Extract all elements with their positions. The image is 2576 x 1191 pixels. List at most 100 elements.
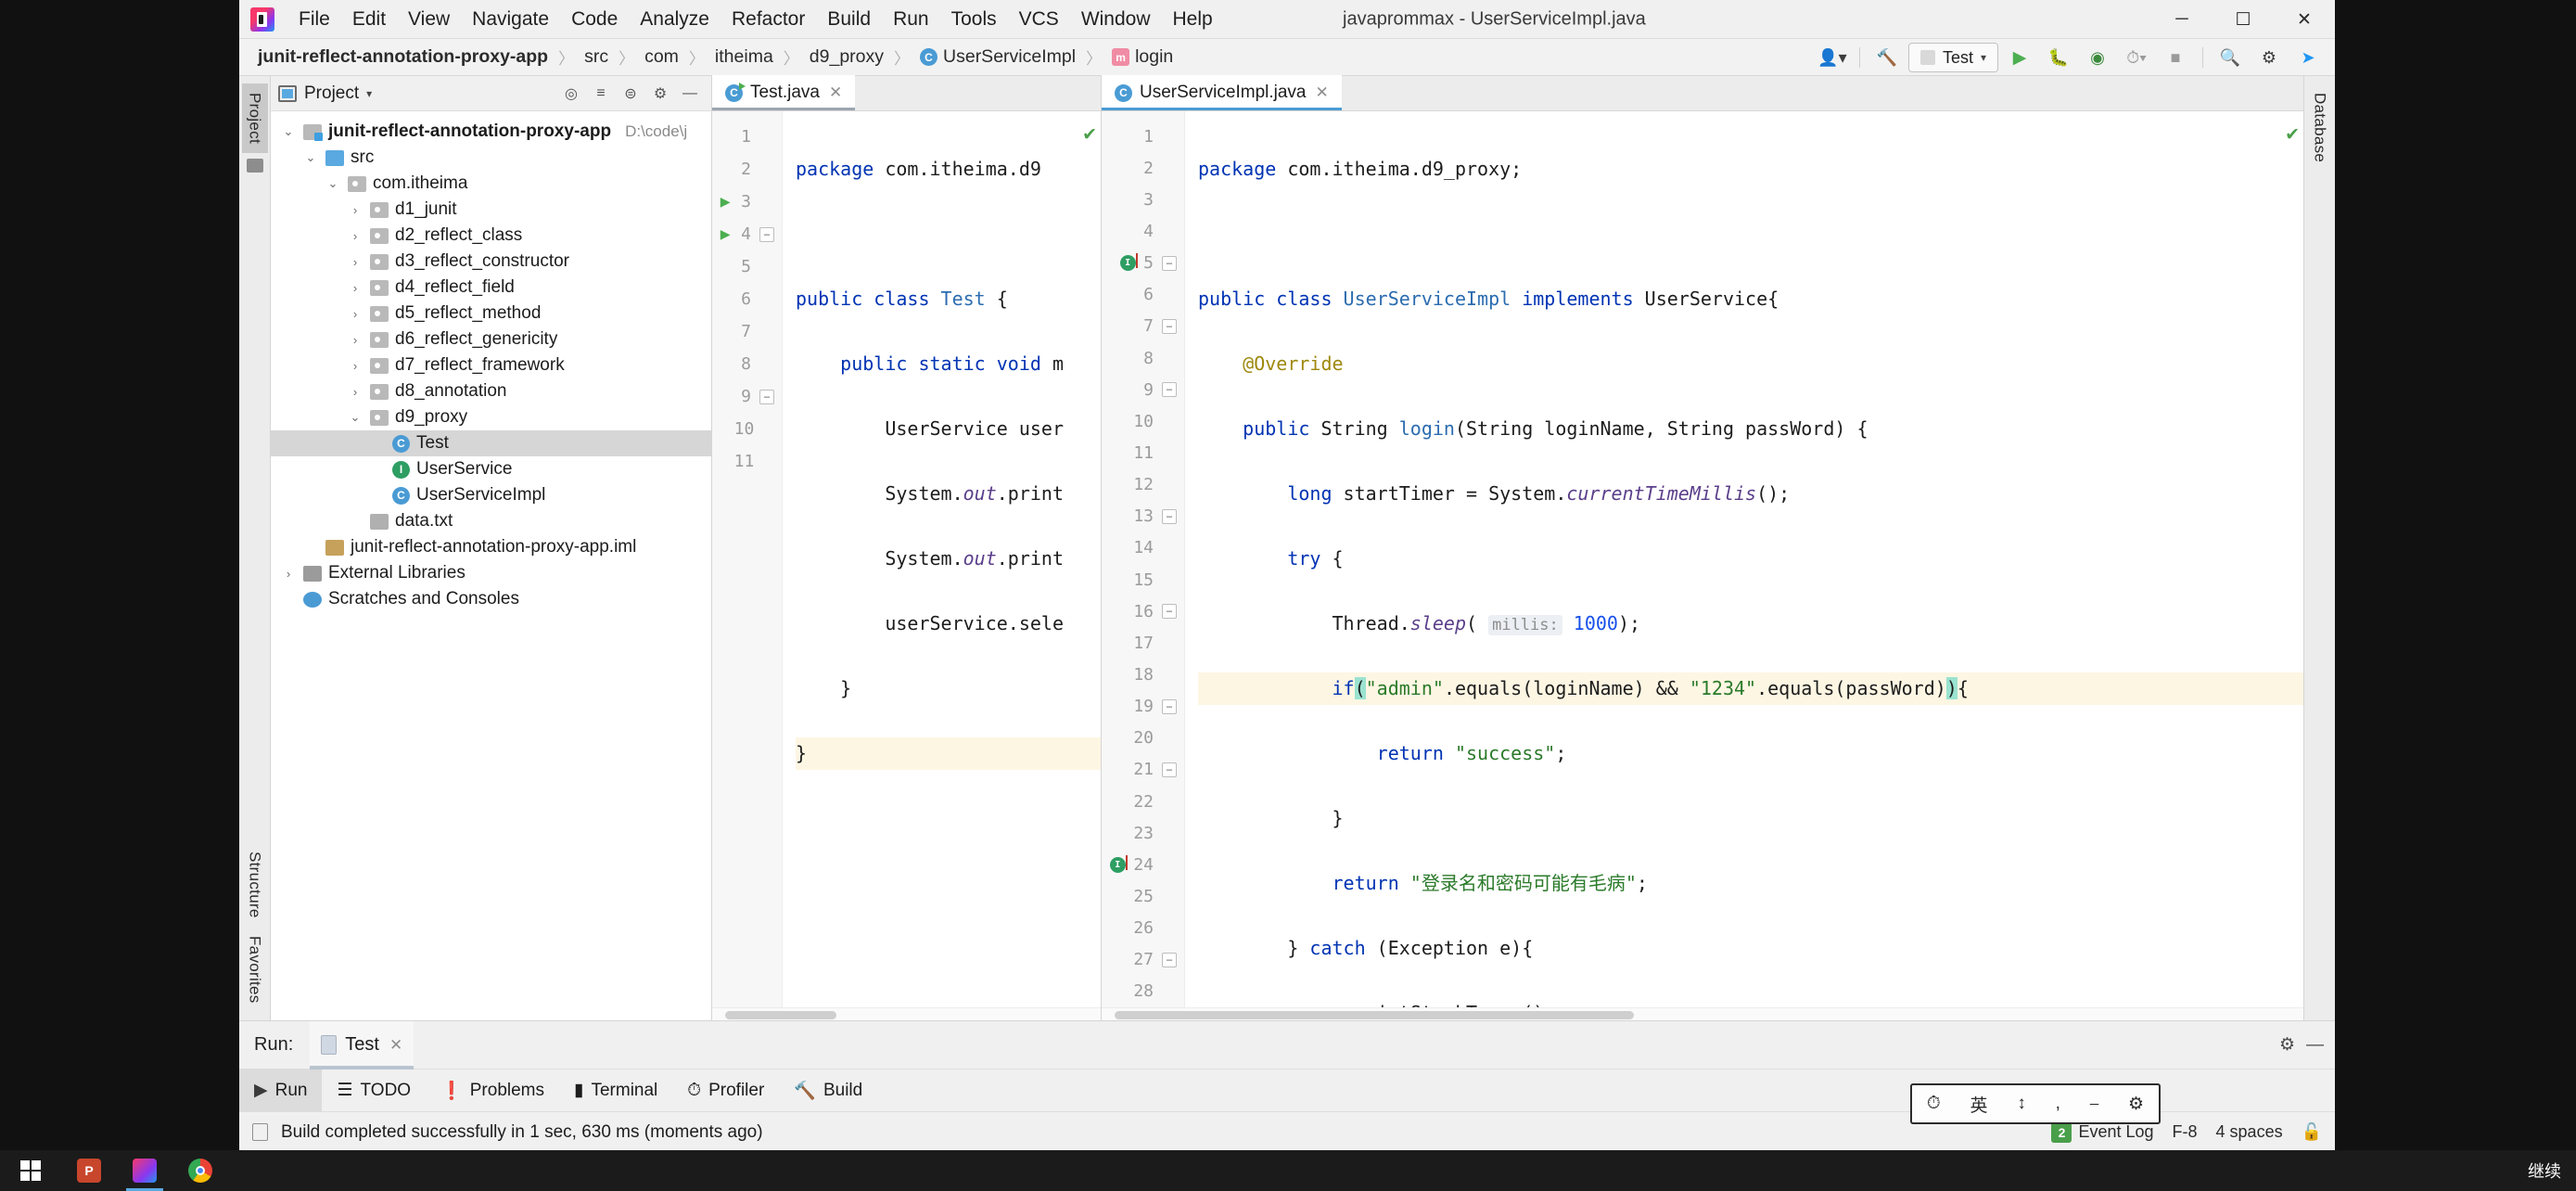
- menu-view[interactable]: View: [397, 4, 461, 35]
- chevron-right-icon[interactable]: ›: [347, 333, 363, 347]
- locate-icon[interactable]: ◎: [557, 81, 585, 107]
- rail-tab-database[interactable]: Database: [2307, 83, 2333, 172]
- code-content-right[interactable]: package com.itheima.d9_proxy; public cla…: [1185, 111, 2303, 1007]
- tool-button-profiler[interactable]: ⏱ Profiler: [672, 1069, 779, 1112]
- fold-icon[interactable]: −: [1162, 762, 1177, 777]
- close-icon[interactable]: ✕: [1316, 83, 1329, 102]
- tree-node[interactable]: ⌄ d9_proxy: [271, 404, 711, 430]
- fold-icon[interactable]: −: [759, 226, 774, 242]
- chevron-down-icon[interactable]: ⌄: [325, 176, 341, 191]
- breadcrumb-item-d9-proxy[interactable]: d9_proxy: [806, 45, 887, 70]
- scrollbar-thumb[interactable]: [725, 1011, 836, 1019]
- menu-vcs[interactable]: VCS: [1008, 4, 1070, 35]
- tree-node[interactable]: data.txt: [271, 508, 711, 534]
- idea-assistant-icon[interactable]: ➤: [2290, 42, 2326, 73]
- stop-icon[interactable]: ■: [2158, 42, 2193, 73]
- expand-icon[interactable]: ⊜: [617, 81, 644, 107]
- tree-node[interactable]: C UserServiceImpl: [271, 482, 711, 508]
- run-configuration-selector[interactable]: Test ▾: [1907, 43, 1998, 72]
- tree-node[interactable]: › d3_reflect_constructor: [271, 249, 711, 275]
- lock-icon[interactable]: 🔓: [2302, 1122, 2322, 1142]
- minimize-button[interactable]: ─: [2151, 0, 2213, 39]
- chevron-down-icon[interactable]: ⌄: [347, 410, 363, 425]
- menu-build[interactable]: Build: [816, 4, 882, 35]
- menu-file[interactable]: File: [287, 4, 341, 35]
- chevron-right-icon[interactable]: ›: [347, 359, 363, 373]
- ime-mode-icon[interactable]: ⏱: [1927, 1094, 1941, 1114]
- breadcrumb-item-com[interactable]: com: [641, 45, 682, 70]
- hide-icon[interactable]: —: [2306, 1035, 2324, 1056]
- fold-icon[interactable]: −: [1162, 382, 1177, 398]
- taskbar-app-intellij[interactable]: [117, 1150, 172, 1191]
- implements-gutter-icon[interactable]: I: [1119, 253, 1138, 272]
- run-gutter-icon[interactable]: ▶: [716, 224, 734, 244]
- close-button[interactable]: ✕: [2274, 0, 2335, 39]
- chevron-down-icon[interactable]: ⌄: [280, 124, 297, 139]
- breadcrumb-item-userserviceimpl[interactable]: C UserServiceImpl: [916, 45, 1079, 70]
- fold-icon[interactable]: −: [1162, 604, 1177, 620]
- tree-node[interactable]: › d4_reflect_field: [271, 275, 711, 301]
- fold-icon[interactable]: −: [1162, 255, 1177, 271]
- tree-node[interactable]: › d5_reflect_method: [271, 301, 711, 327]
- settings-icon[interactable]: ⚙: [2279, 1034, 2295, 1056]
- project-panel-title[interactable]: Project ▾: [278, 83, 372, 104]
- menu-help[interactable]: Help: [1162, 4, 1224, 35]
- ime-keyboard-icon[interactable]: ⎯: [2090, 1094, 2099, 1114]
- debug-icon[interactable]: 🐛: [2041, 42, 2076, 73]
- taskbar-app-chrome[interactable]: [172, 1150, 228, 1191]
- chevron-right-icon[interactable]: ›: [347, 307, 363, 321]
- ime-language-label[interactable]: 英: [1970, 1092, 1988, 1117]
- chevron-right-icon[interactable]: ›: [347, 229, 363, 243]
- breadcrumb-item-login[interactable]: m login: [1108, 45, 1177, 70]
- code-content-left[interactable]: package com.itheima.d9 public class Test…: [783, 111, 1101, 1007]
- run-tab-test[interactable]: Test ✕: [310, 1020, 414, 1069]
- menu-code[interactable]: Code: [560, 4, 629, 35]
- rail-tab-structure[interactable]: Structure: [242, 842, 268, 928]
- breadcrumb-item-itheima[interactable]: itheima: [711, 45, 777, 70]
- ime-tools-icon[interactable]: ⚙: [2128, 1094, 2144, 1115]
- horizontal-scrollbar-left[interactable]: [712, 1007, 1101, 1020]
- fold-icon[interactable]: −: [1162, 698, 1177, 714]
- fold-icon[interactable]: −: [1162, 952, 1177, 967]
- close-icon[interactable]: ✕: [389, 1036, 402, 1055]
- menu-run[interactable]: Run: [882, 4, 940, 35]
- close-icon[interactable]: ✕: [829, 83, 842, 102]
- tree-node[interactable]: I UserService: [271, 456, 711, 482]
- maximize-button[interactable]: ☐: [2213, 0, 2274, 39]
- encoding-label[interactable]: F-8: [2173, 1122, 2198, 1142]
- scrollbar-thumb[interactable]: [1115, 1011, 1634, 1019]
- tree-node[interactable]: C Test: [271, 430, 711, 456]
- menu-edit[interactable]: Edit: [341, 4, 397, 35]
- tree-node[interactable]: ⌄ src: [271, 145, 711, 171]
- tree-node[interactable]: junit-reflect-annotation-proxy-app.iml: [271, 534, 711, 560]
- settings-icon[interactable]: ⚙: [646, 81, 674, 107]
- rail-tab-project[interactable]: Project: [241, 83, 268, 154]
- tree-node[interactable]: › External Libraries: [271, 560, 711, 586]
- menu-navigate[interactable]: Navigate: [461, 4, 560, 35]
- tree-node[interactable]: ⌄ junit-reflect-annotation-proxy-app D:\co…: [271, 119, 711, 145]
- tool-button-build[interactable]: 🔨 Build: [779, 1069, 877, 1112]
- chevron-right-icon[interactable]: ›: [347, 255, 363, 269]
- tab-test-java[interactable]: C Test.java ✕: [712, 75, 856, 110]
- run-gutter-icon[interactable]: ▶: [716, 192, 734, 211]
- ime-punct-icon[interactable]: ↕: [2017, 1094, 2026, 1114]
- start-icon[interactable]: [0, 1150, 61, 1191]
- tree-node[interactable]: Scratches and Consoles: [271, 586, 711, 612]
- menu-window[interactable]: Window: [1070, 4, 1162, 35]
- tree-node[interactable]: › d2_reflect_class: [271, 223, 711, 249]
- user-dropdown-icon[interactable]: 👤▾: [1815, 42, 1850, 73]
- tool-button-todo[interactable]: ☰ TODO: [322, 1069, 426, 1112]
- search-everywhere-icon[interactable]: 🔍: [2213, 42, 2248, 73]
- rail-tab-favorites[interactable]: Favorites: [242, 927, 268, 1013]
- implements-gutter-icon[interactable]: I: [1109, 854, 1128, 873]
- indent-label[interactable]: 4 spaces: [2216, 1122, 2283, 1142]
- breadcrumb-item-project[interactable]: junit-reflect-annotation-proxy-app: [254, 45, 552, 70]
- chevron-right-icon[interactable]: ›: [347, 385, 363, 399]
- tree-node[interactable]: › d1_junit: [271, 197, 711, 223]
- tree-node[interactable]: ⌄ com.itheima: [271, 171, 711, 197]
- collapse-all-icon[interactable]: ≡: [587, 81, 615, 107]
- build-hammer-icon[interactable]: 🔨: [1869, 42, 1905, 73]
- fold-icon[interactable]: −: [1162, 508, 1177, 524]
- hide-icon[interactable]: —: [676, 81, 704, 107]
- fold-icon[interactable]: −: [1162, 318, 1177, 334]
